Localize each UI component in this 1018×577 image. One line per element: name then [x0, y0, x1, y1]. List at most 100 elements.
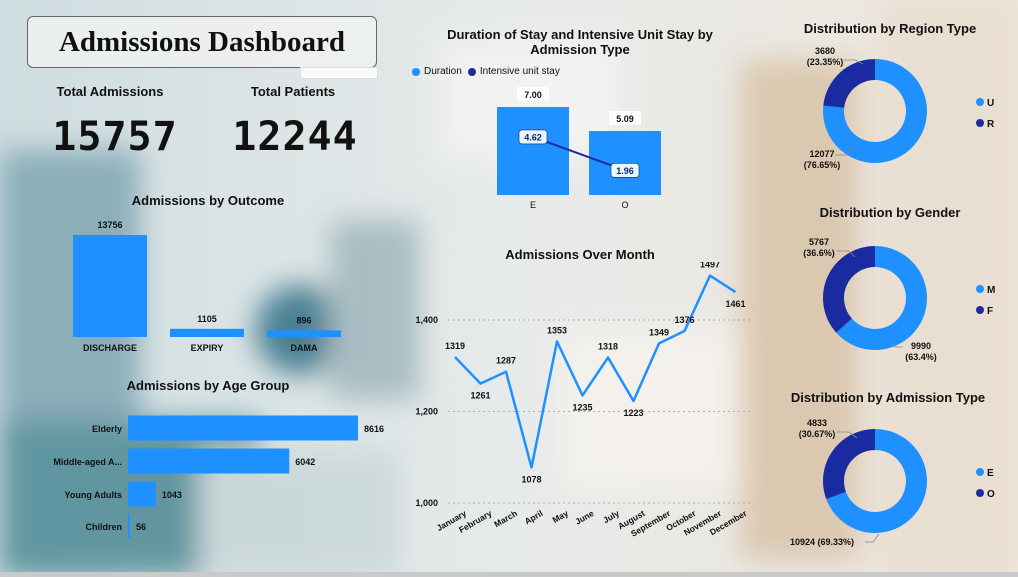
- duration-chart-title: Duration of Stay and Intensive Unit Stay…: [447, 27, 713, 57]
- outcome-bar: [73, 235, 147, 337]
- outcome-bar: [267, 330, 341, 337]
- kpi-total-admissions-value: 15757: [52, 114, 178, 160]
- legend-label: U: [987, 98, 994, 109]
- month-y-tick: 1,200: [415, 407, 438, 417]
- month-data-label: 1078: [521, 474, 541, 484]
- month-data-label: 1287: [496, 356, 516, 366]
- donut-leader-line: [865, 533, 880, 543]
- age-bar: [128, 513, 130, 539]
- legend-label: M: [987, 285, 995, 296]
- donut-value-label: 5767: [809, 237, 829, 247]
- month-x-tick: June: [573, 508, 595, 527]
- legend-intensive-label: Intensive unit stay: [479, 66, 560, 77]
- legend-swatch: [976, 489, 984, 497]
- outcome-bar-value: 896: [296, 315, 311, 325]
- age-bar-value: 56: [136, 522, 146, 532]
- age-category-label: Elderly: [92, 424, 122, 434]
- age-bar-value: 1043: [162, 490, 182, 500]
- legend-swatch: [976, 98, 984, 106]
- month-chart-title: Admissions Over Month: [505, 247, 655, 262]
- outcome-chart-title: Admissions by Outcome: [131, 193, 285, 208]
- legend-duration-label: Duration: [424, 66, 462, 77]
- kpi-total-admissions-label: Total Admissions: [56, 84, 164, 99]
- age-bar-value: 6042: [295, 457, 315, 467]
- month-y-tick: 1,000: [415, 498, 438, 508]
- donut-value-label: 4833: [807, 418, 827, 428]
- legend-swatch: [976, 119, 984, 127]
- intensive-stay-label: 1.96: [616, 166, 634, 176]
- month-data-label: 1376: [674, 315, 694, 325]
- donut-value-label: 12077: [809, 149, 834, 159]
- outcome-bar-value: 1105: [197, 314, 217, 324]
- month-data-label: 1349: [649, 327, 669, 337]
- admtype-chart-title: Distribution by Admission Type: [790, 390, 986, 405]
- donut-value-label: 3680: [815, 46, 835, 56]
- outcome-bar: [170, 328, 244, 337]
- visual-header-icon[interactable]: [300, 67, 378, 79]
- age-bar: [128, 481, 156, 507]
- donut-value-label: 10924 (69.33%): [790, 537, 854, 547]
- outcome-bar-chart: 13756 DISCHARGE 1105 EXPIRY 896 DAMA: [73, 220, 341, 353]
- legend-label: O: [987, 489, 995, 500]
- kpi-total-patients-value: 12244: [232, 114, 358, 160]
- donut-percent-label: (36.6%): [803, 248, 835, 258]
- age-bar: [128, 448, 290, 474]
- donut-value-label: 9990: [911, 341, 931, 351]
- month-data-label: 1261: [470, 391, 490, 401]
- donut-percent-label: (30.67%): [799, 429, 836, 439]
- legend-label: E: [987, 468, 994, 479]
- duration-category-label: O: [621, 200, 628, 210]
- month-data-label: 1235: [572, 402, 592, 412]
- donut-slice: [823, 246, 875, 333]
- legend-intensive-swatch: [467, 67, 476, 76]
- intensive-stay-label: 4.62: [524, 132, 542, 142]
- legend-swatch: [976, 468, 984, 476]
- month-x-tick: March: [492, 508, 519, 529]
- outcome-category-label: DAMA: [291, 343, 318, 353]
- donut-percent-label: (63.4%): [905, 352, 937, 362]
- age-bar: [128, 415, 358, 441]
- duration-bar-value: 5.09: [616, 114, 634, 124]
- month-line: [454, 274, 737, 469]
- month-data-label: 1497: [700, 262, 720, 270]
- legend-label: R: [987, 119, 995, 130]
- donut-percent-label: (23.35%): [807, 57, 844, 67]
- age-category-label: Young Adults: [65, 490, 123, 500]
- kpi-total-patients-label: Total Patients: [250, 84, 336, 99]
- gender-chart-title: Distribution by Gender: [819, 205, 961, 220]
- dashboard-title: Admissions Dashboard: [27, 16, 377, 68]
- month-data-label: 1461: [725, 299, 745, 309]
- gender-donut-chart: 9990(63.4%) M 5767(36.6%) F: [803, 237, 995, 362]
- month-data-label: 1223: [623, 408, 643, 418]
- age-category-label: Children: [85, 522, 122, 532]
- outcome-bar-value: 13756: [97, 220, 122, 230]
- legend-label: F: [987, 306, 993, 317]
- month-line-chart: 1,4001,2001,0001319January1261February12…: [415, 262, 750, 539]
- donut-percent-label: (76.65%): [804, 160, 841, 170]
- duration-category-label: E: [530, 200, 536, 210]
- month-data-label: 1353: [547, 326, 567, 336]
- page-footer-bar: [0, 572, 1018, 577]
- duration-bar: [589, 131, 661, 195]
- month-data-label: 1318: [598, 342, 618, 352]
- month-x-tick: May: [551, 508, 571, 525]
- legend-swatch: [976, 285, 984, 293]
- age-category-label: Middle-aged A...: [53, 457, 122, 467]
- admtype-donut-chart: 10924 (69.33%) E 4833(30.67%) O: [790, 418, 995, 547]
- duration-bar-value: 7.00: [524, 90, 542, 100]
- duration-bar: [497, 107, 569, 195]
- legend-duration-swatch: [412, 67, 420, 76]
- duration-combo-chart: 7.00 E 5.09 O 4.62 1.96: [497, 87, 661, 210]
- outcome-category-label: DISCHARGE: [83, 343, 137, 353]
- month-y-tick: 1,400: [415, 315, 438, 325]
- month-x-tick: April: [523, 508, 545, 526]
- age-bar-chart: 8616 Elderly 6042 Middle-aged A... 1043 Young…: [53, 415, 384, 539]
- month-data-label: 1319: [445, 341, 465, 351]
- age-chart-title: Admissions by Age Group: [126, 378, 290, 393]
- region-donut-chart: 12077(76.65%) U 3680(23.35%) R: [804, 46, 995, 170]
- region-chart-title: Distribution by Region Type: [803, 21, 977, 36]
- age-bar-value: 8616: [364, 424, 384, 434]
- donut-slice: [823, 429, 875, 500]
- duration-legend: Duration Intensive unit stay: [412, 66, 560, 77]
- legend-swatch: [976, 306, 984, 314]
